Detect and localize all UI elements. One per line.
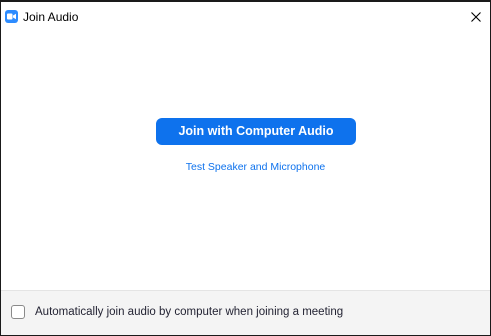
test-speaker-microphone-link[interactable]: Test Speaker and Microphone: [1, 161, 490, 173]
dialog-content: Join with Computer Audio Test Speaker an…: [1, 32, 490, 288]
dialog-footer: Automatically join audio by computer whe…: [1, 290, 490, 335]
auto-join-audio-label[interactable]: Automatically join audio by computer whe…: [35, 305, 343, 319]
close-icon: [471, 12, 481, 22]
close-button[interactable]: [466, 7, 486, 27]
join-computer-audio-button[interactable]: Join with Computer Audio: [156, 118, 356, 145]
window-title: Join Audio: [23, 10, 79, 24]
auto-join-audio-checkbox[interactable]: [11, 305, 25, 319]
title-bar: Join Audio: [1, 2, 490, 32]
zoom-video-icon: [5, 10, 18, 23]
join-audio-dialog: Join Audio Join with Computer Audio Test…: [0, 0, 491, 336]
